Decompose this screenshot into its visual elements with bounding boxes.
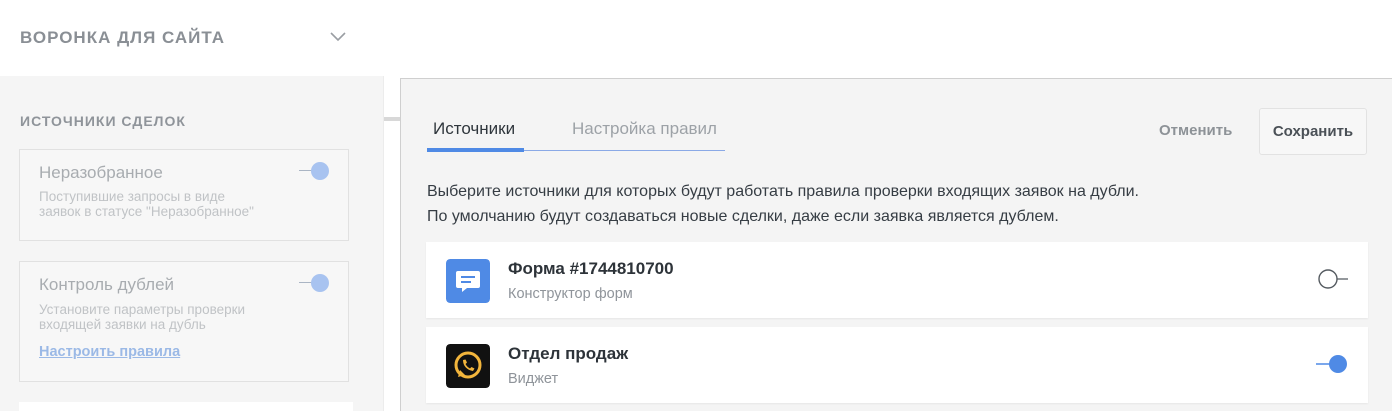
unsorted-desc-line-2: заявок в статусе "Неразобранное" [39, 204, 254, 219]
source-name: Форма #1744810700 [508, 259, 674, 278]
tab-sources[interactable]: Источники [427, 116, 524, 152]
pipeline-sidebar: ВОРОНКА ДЛЯ САЙТА ИСТОЧНИКИ СДЕЛОК Нераз… [0, 0, 384, 411]
source-row-form[interactable]: Форма #1744810700 Конструктор форм [426, 242, 1368, 318]
sidebar-next-card [19, 402, 353, 411]
source-type: Конструктор форм [508, 286, 633, 302]
unsorted-toggle[interactable] [299, 161, 331, 181]
duplicate-control-toggle[interactable] [299, 273, 331, 293]
duplicate-desc-line-2: входящей заявки на дубль [39, 317, 206, 332]
modal-description: Выберите источники для которых будут раб… [427, 179, 1139, 229]
description-line-2: По умолчанию будут создаваться новые сде… [427, 208, 1059, 225]
source-type: Виджет [508, 371, 559, 387]
source-row-sales[interactable]: Отдел продаж Виджет [426, 327, 1368, 403]
source-toggle-off[interactable] [1316, 267, 1350, 291]
deal-sources-title: ИСТОЧНИКИ СДЕЛОК [20, 113, 186, 129]
unsorted-desc-line-1: Поступившие запросы в виде [39, 189, 225, 204]
source-toggle-on[interactable] [1316, 352, 1350, 376]
cancel-button[interactable]: Отменить [1159, 122, 1232, 139]
unsorted-card-title: Неразобранное [39, 163, 163, 182]
pipeline-title: ВОРОНКА ДЛЯ САЙТА [20, 28, 225, 47]
unsorted-card: Неразобранное Поступившие запросы в виде… [19, 149, 349, 241]
toggle-knob [311, 162, 329, 180]
configure-rules-link[interactable]: Настроить правила [39, 344, 180, 360]
modal-tabs: Источники Настройка правил [427, 116, 725, 152]
save-button[interactable]: Сохранить [1259, 108, 1367, 155]
duplicate-desc-line-1: Установите параметры проверки [39, 302, 246, 317]
source-name: Отдел продаж [508, 344, 629, 363]
description-line-1: Выберите источники для которых будут раб… [427, 183, 1139, 200]
duplicate-control-card: Контроль дублей Установите параметры про… [19, 261, 349, 382]
duplicate-control-description: Установите параметры проверки входящей з… [39, 302, 299, 332]
pipeline-header[interactable]: ВОРОНКА ДЛЯ САЙТА [0, 0, 384, 76]
tab-sources-label: Источники [433, 119, 516, 138]
whatsapp-icon [446, 344, 490, 388]
tab-rules-label: Настройка правил [572, 119, 717, 138]
chevron-down-icon[interactable] [329, 28, 347, 46]
toggle-knob [311, 274, 329, 292]
duplicate-rules-modal: Источники Настройка правил Отменить Сохр… [400, 78, 1392, 411]
form-chat-icon [446, 259, 490, 303]
duplicate-control-title: Контроль дублей [39, 275, 175, 294]
unsorted-card-description: Поступившие запросы в виде заявок в стат… [39, 189, 299, 219]
